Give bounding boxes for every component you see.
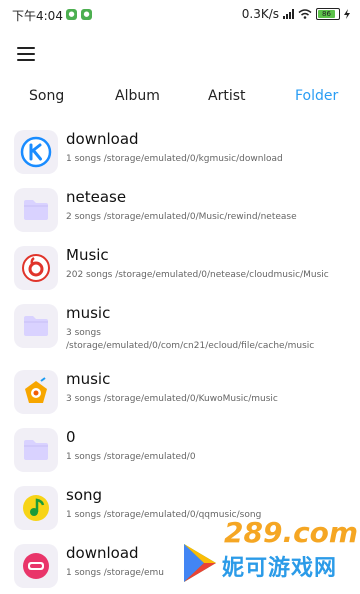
folder-name: music: [66, 370, 111, 388]
folder-item[interactable]: download 1 songs /storage/emulated/0/kgm…: [0, 122, 360, 178]
watermark-text: 妮可游戏网: [222, 556, 338, 581]
tab-song[interactable]: Song: [29, 88, 64, 104]
folder-item[interactable]: Music 202 songs /storage/emulated/0/nete…: [0, 238, 360, 294]
folder-meta: 3 songs /storage/emulated/0/com/cn21/ecl…: [66, 328, 315, 351]
status-bar: 下午4:04 ● ● 0.3K/s 86: [0, 0, 360, 30]
notification-app-icon: ●: [81, 9, 92, 20]
battery-level: 86: [318, 10, 335, 18]
folder-item[interactable]: 0 1 songs /storage/emulated/0: [0, 420, 360, 476]
folder-meta: 2 songs /storage/emulated/0/Music/rewind…: [66, 212, 297, 222]
music-app-icon: [14, 544, 58, 588]
qq-music-icon: [14, 486, 58, 530]
folder-name: Music: [66, 246, 109, 264]
menu-icon[interactable]: [17, 47, 35, 61]
kugou-icon: [14, 130, 58, 174]
notification-app-icon: ●: [66, 9, 77, 20]
battery-icon: 86: [316, 8, 340, 20]
folder-item[interactable]: music 3 songs /storage/emulated/0/KuwoMu…: [0, 362, 360, 418]
folder-name: netease: [66, 188, 127, 206]
folder-name: download: [66, 544, 139, 562]
folder-name: download: [66, 130, 139, 148]
tab-artist[interactable]: Artist: [208, 88, 246, 104]
charging-icon: [344, 9, 350, 19]
watermark-logo: 289.com: [224, 516, 359, 549]
folder-item[interactable]: music 3 songs /storage/emulated/0/com/cn…: [0, 296, 360, 352]
network-speed: 0.3K/s: [241, 7, 279, 21]
folder-name: music: [66, 304, 111, 322]
status-time: 下午4:04: [12, 9, 63, 23]
folder-icon: [14, 188, 58, 232]
folder-meta: 3 songs /storage/emulated/0/KuwoMusic/mu…: [66, 394, 278, 404]
netease-music-icon: [14, 246, 58, 290]
status-right: 0.3K/s 86: [242, 7, 350, 21]
wifi-icon: [298, 9, 312, 19]
kuwo-icon: [14, 370, 58, 414]
folder-icon: [14, 428, 58, 472]
folder-name: song: [66, 486, 103, 504]
folder-meta: 1 songs /storage/emulated/0: [66, 452, 196, 462]
watermark: 289.com 妮可游戏网: [182, 512, 358, 588]
folder-item[interactable]: netease 2 songs /storage/emulated/0/Musi…: [0, 180, 360, 236]
tab-album[interactable]: Album: [115, 88, 160, 104]
signal-icon: [283, 9, 294, 19]
folder-icon: [14, 304, 58, 348]
folder-meta: 202 songs /storage/emulated/0/netease/cl…: [66, 270, 329, 280]
tab-folder[interactable]: Folder: [295, 88, 338, 104]
folder-meta: 1 songs /storage/emulated/0/kgmusic/down…: [66, 154, 283, 164]
play-store-logo-icon: [184, 544, 216, 582]
tab-bar: Song Album Artist Folder: [0, 88, 360, 110]
folder-name: 0: [66, 428, 76, 446]
